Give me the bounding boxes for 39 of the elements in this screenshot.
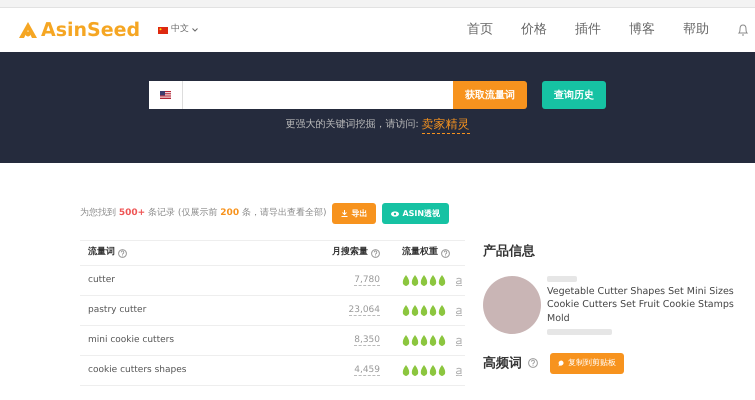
eye-icon (391, 210, 400, 216)
amazon-icon (455, 366, 463, 376)
help-icon (441, 248, 450, 258)
help-icon (118, 248, 127, 258)
nav-link[interactable]: 价格 (521, 20, 547, 40)
result-summary: 为您找到 500+ 条记录 (仅展示前 200 条，请导出查看全部) (80, 206, 326, 220)
logo-icon (18, 21, 38, 39)
flag-icon (160, 91, 171, 99)
keyword-cell-text: cookie cutters shapes (87, 364, 188, 377)
nav-link[interactable]: 首页 (467, 20, 493, 40)
keyword-cell-text: mini cookie cutters (87, 334, 176, 347)
caret-icon (192, 28, 198, 32)
search-field[interactable] (183, 81, 453, 109)
nav-link[interactable]: 帮助 (683, 20, 709, 40)
bell-icon (737, 23, 749, 37)
help-icon (371, 248, 380, 258)
blurred-text (547, 328, 612, 335)
section-heading: 高频词 (483, 354, 522, 373)
keyword-cell-text: cutter (87, 274, 116, 287)
amazon-icon (455, 276, 463, 286)
flag-icon (158, 26, 168, 34)
help-icon (528, 358, 538, 368)
column-header[interactable]: 月搜索量 (332, 246, 368, 260)
country-selector[interactable] (149, 81, 183, 109)
hint-text: 更强大的关键词挖掘，请访问: (285, 118, 419, 132)
amazon-icon (455, 306, 463, 316)
product-title[interactable]: Vegetable Cutter Shapes Set Mini Sizes Cookie Cutters Set Fruit Cookie Stamps Mold (547, 284, 755, 326)
column-header[interactable]: 流量词 (88, 246, 115, 260)
amazon-icon (455, 336, 463, 346)
column-header[interactable]: 流量权重 (402, 246, 438, 260)
download-icon (341, 210, 348, 217)
nav-link[interactable]: 插件 (575, 20, 601, 40)
language-selector[interactable]: 中文 (171, 23, 190, 37)
chat-icon (558, 360, 565, 367)
keyword-cell-text: pastry cutter (87, 304, 148, 317)
section-heading: 产品信息 (483, 242, 536, 261)
nav-link[interactable]: 博客 (629, 20, 655, 40)
hint-link[interactable]: 卖家精灵 (422, 115, 470, 134)
blurred-text (547, 276, 577, 282)
